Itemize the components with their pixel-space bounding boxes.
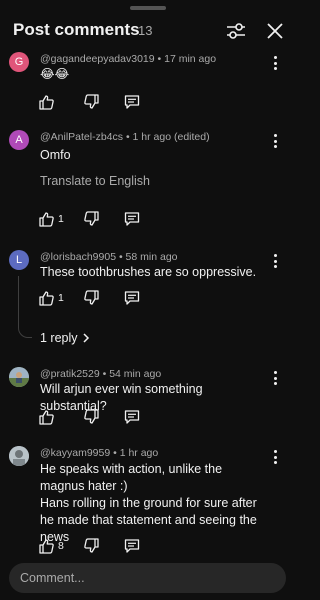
avatar-photo [9,367,29,387]
drag-handle[interactable] [130,6,166,10]
comment-text: Omfo [40,148,71,162]
avatar[interactable]: A [9,130,29,150]
comment-meta: @lorisbach9905 • 58 min ago [40,251,178,263]
comment-actions: 8 [38,537,158,555]
reply-button[interactable] [124,93,140,111]
like-button[interactable] [38,93,54,111]
avatar-letter: A [15,134,23,146]
thumbs-up-icon [39,291,54,306]
avatar[interactable] [9,446,29,466]
reply-button[interactable] [124,210,140,228]
avatar-photo [9,446,29,466]
comment-icon [124,410,140,424]
comment-meta: @gagandeepyadav3019 • 17 min ago [40,53,217,65]
dislike-button[interactable] [84,537,100,555]
thumbs-up-icon [39,95,54,110]
more-options-button[interactable] [268,55,282,71]
like-count: 1 [58,292,64,304]
like-count: 1 [58,213,64,225]
dislike-button[interactable] [84,210,100,228]
comment-text: 😂😂 [40,67,70,81]
avatar-letter: L [15,254,23,266]
comment-text: He speaks with action, unlike the magnus… [40,462,223,493]
reply-button[interactable] [124,289,140,307]
comment-actions: 1 [38,289,158,307]
comment-actions [38,408,158,426]
thumbs-down-icon [84,290,99,305]
avatar[interactable]: L [9,250,29,270]
dislike-button[interactable] [84,408,100,426]
comment-icon [124,539,140,553]
sliders-icon [227,23,245,39]
comment-meta: @kayyam9959 • 1 hr ago [40,447,159,459]
close-button[interactable] [262,18,288,44]
avatar[interactable] [9,367,29,387]
comment-meta: @pratik2529 • 54 min ago [40,368,162,380]
comment-meta: @AnilPatel-zb4cs • 1 hr ago (edited) [40,131,210,143]
comment-input-placeholder: Comment... [20,571,85,585]
page-title: Post comments [13,20,140,39]
translate-link[interactable]: Translate to English [40,174,150,188]
view-replies-button[interactable]: 1 reply [40,331,90,345]
reply-button[interactable] [124,537,140,555]
more-options-button[interactable] [268,253,282,269]
thumbs-up-icon [39,539,54,554]
thumbs-down-icon [84,211,99,226]
comment-composer: Comment... [0,556,295,600]
comment-icon [124,95,140,109]
comment-icon [124,212,140,226]
dislike-button[interactable] [84,289,100,307]
filter-button[interactable] [223,18,249,44]
close-icon [267,23,283,39]
thumbs-up-icon [39,212,54,227]
like-button[interactable] [38,408,54,426]
thread-connector [18,276,32,338]
comment-actions [38,93,158,111]
thumbs-up-icon [39,410,54,425]
more-options-button[interactable] [268,370,282,386]
dislike-button[interactable] [84,93,100,111]
more-options-button[interactable] [268,449,282,465]
avatar[interactable]: G [9,52,29,72]
comment-count: 13 [138,23,153,38]
comment-input[interactable]: Comment... [9,563,286,593]
more-options-button[interactable] [268,133,282,149]
comment-actions: 1 [38,210,158,228]
reply-button[interactable] [124,408,140,426]
comments-header: Post comments 13 [0,14,295,48]
chevron-right-icon [83,333,89,343]
thumbs-down-icon [84,538,99,553]
avatar-letter: G [14,56,24,68]
like-button[interactable]: 8 [38,537,64,555]
comment-icon [124,291,140,305]
thumbs-down-icon [84,409,99,424]
thumbs-down-icon [84,94,99,109]
like-button[interactable]: 1 [38,210,64,228]
replies-label: 1 reply [40,331,78,345]
comment-text: These toothbrushes are so oppressive. [40,265,257,279]
like-button[interactable]: 1 [38,289,64,307]
like-count: 8 [58,540,64,552]
